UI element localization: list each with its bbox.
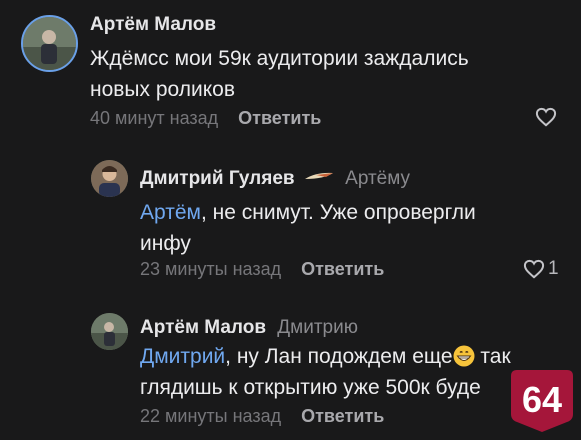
comment-header: Артём Малов bbox=[90, 14, 216, 36]
comment-header: Дмитрий Гуляев Артёму bbox=[140, 168, 410, 190]
heart-icon bbox=[535, 107, 557, 127]
like-button[interactable] bbox=[535, 107, 557, 127]
comment-text: Дмитрий, ну Лан подождем еще так глядишь… bbox=[140, 341, 511, 403]
timestamp: 22 минуты назад bbox=[140, 406, 282, 426]
reply-to-label[interactable]: Дмитрию bbox=[277, 317, 358, 338]
timestamp: 23 минуты назад bbox=[140, 259, 282, 279]
author-name[interactable]: Артём Малов bbox=[140, 317, 266, 338]
comment-meta: 23 минуты назад Ответить bbox=[140, 259, 384, 280]
mention-link[interactable]: Артём bbox=[140, 201, 201, 224]
comment-text: Артём, не снимут. Уже опровергли инфу bbox=[140, 197, 476, 259]
comment-text: Ждёмсс мои 59к аудитории заждались новых… bbox=[90, 43, 469, 105]
comment-text-line: Дмитрий, ну Лан подождем еще так bbox=[140, 341, 511, 372]
quill-icon bbox=[304, 172, 333, 179]
comment-text-line: новых роликов bbox=[90, 78, 236, 101]
avatar[interactable] bbox=[91, 313, 128, 350]
comment-text-segment: , ну Лан подождем еще bbox=[225, 345, 453, 368]
comment-text-line: глядишь к открытию уже 500к буде bbox=[140, 376, 481, 399]
avatar[interactable] bbox=[91, 160, 128, 197]
heart-icon bbox=[523, 259, 545, 279]
reply-to-label[interactable]: Артёму bbox=[345, 168, 410, 189]
like-count: 1 bbox=[548, 258, 559, 279]
comment-meta: 40 минут назад Ответить bbox=[90, 108, 321, 129]
author-name[interactable]: Артём Малов bbox=[90, 14, 216, 35]
comment-text-segment: , не снимут. Уже опровергли bbox=[200, 201, 476, 224]
reply-button[interactable]: Ответить bbox=[238, 108, 321, 128]
reply-button[interactable]: Ответить bbox=[301, 259, 384, 279]
comment-text-line: Артём, не снимут. Уже опровергли bbox=[140, 197, 476, 228]
mention-link[interactable]: Дмитрий bbox=[140, 345, 225, 368]
comment-text-line: инфу bbox=[140, 232, 191, 255]
channel-logo-text: 64 bbox=[522, 379, 562, 420]
author-name[interactable]: Дмитрий Гуляев bbox=[140, 168, 295, 189]
reply-button[interactable]: Ответить bbox=[301, 406, 384, 426]
comment-header: Артём Малов Дмитрию bbox=[140, 317, 358, 339]
comment-text-segment: так bbox=[474, 345, 511, 368]
timestamp: 40 минут назад bbox=[90, 108, 219, 128]
comment-text-line: Ждёмсс мои 59к аудитории заждались bbox=[90, 47, 469, 70]
channel-logo: 64 bbox=[511, 370, 573, 432]
avatar[interactable] bbox=[21, 15, 78, 72]
like-button[interactable]: 1 bbox=[523, 258, 559, 280]
comment-meta: 22 минуты назад Ответить bbox=[140, 406, 384, 427]
grinning-face-emoji bbox=[453, 345, 475, 367]
